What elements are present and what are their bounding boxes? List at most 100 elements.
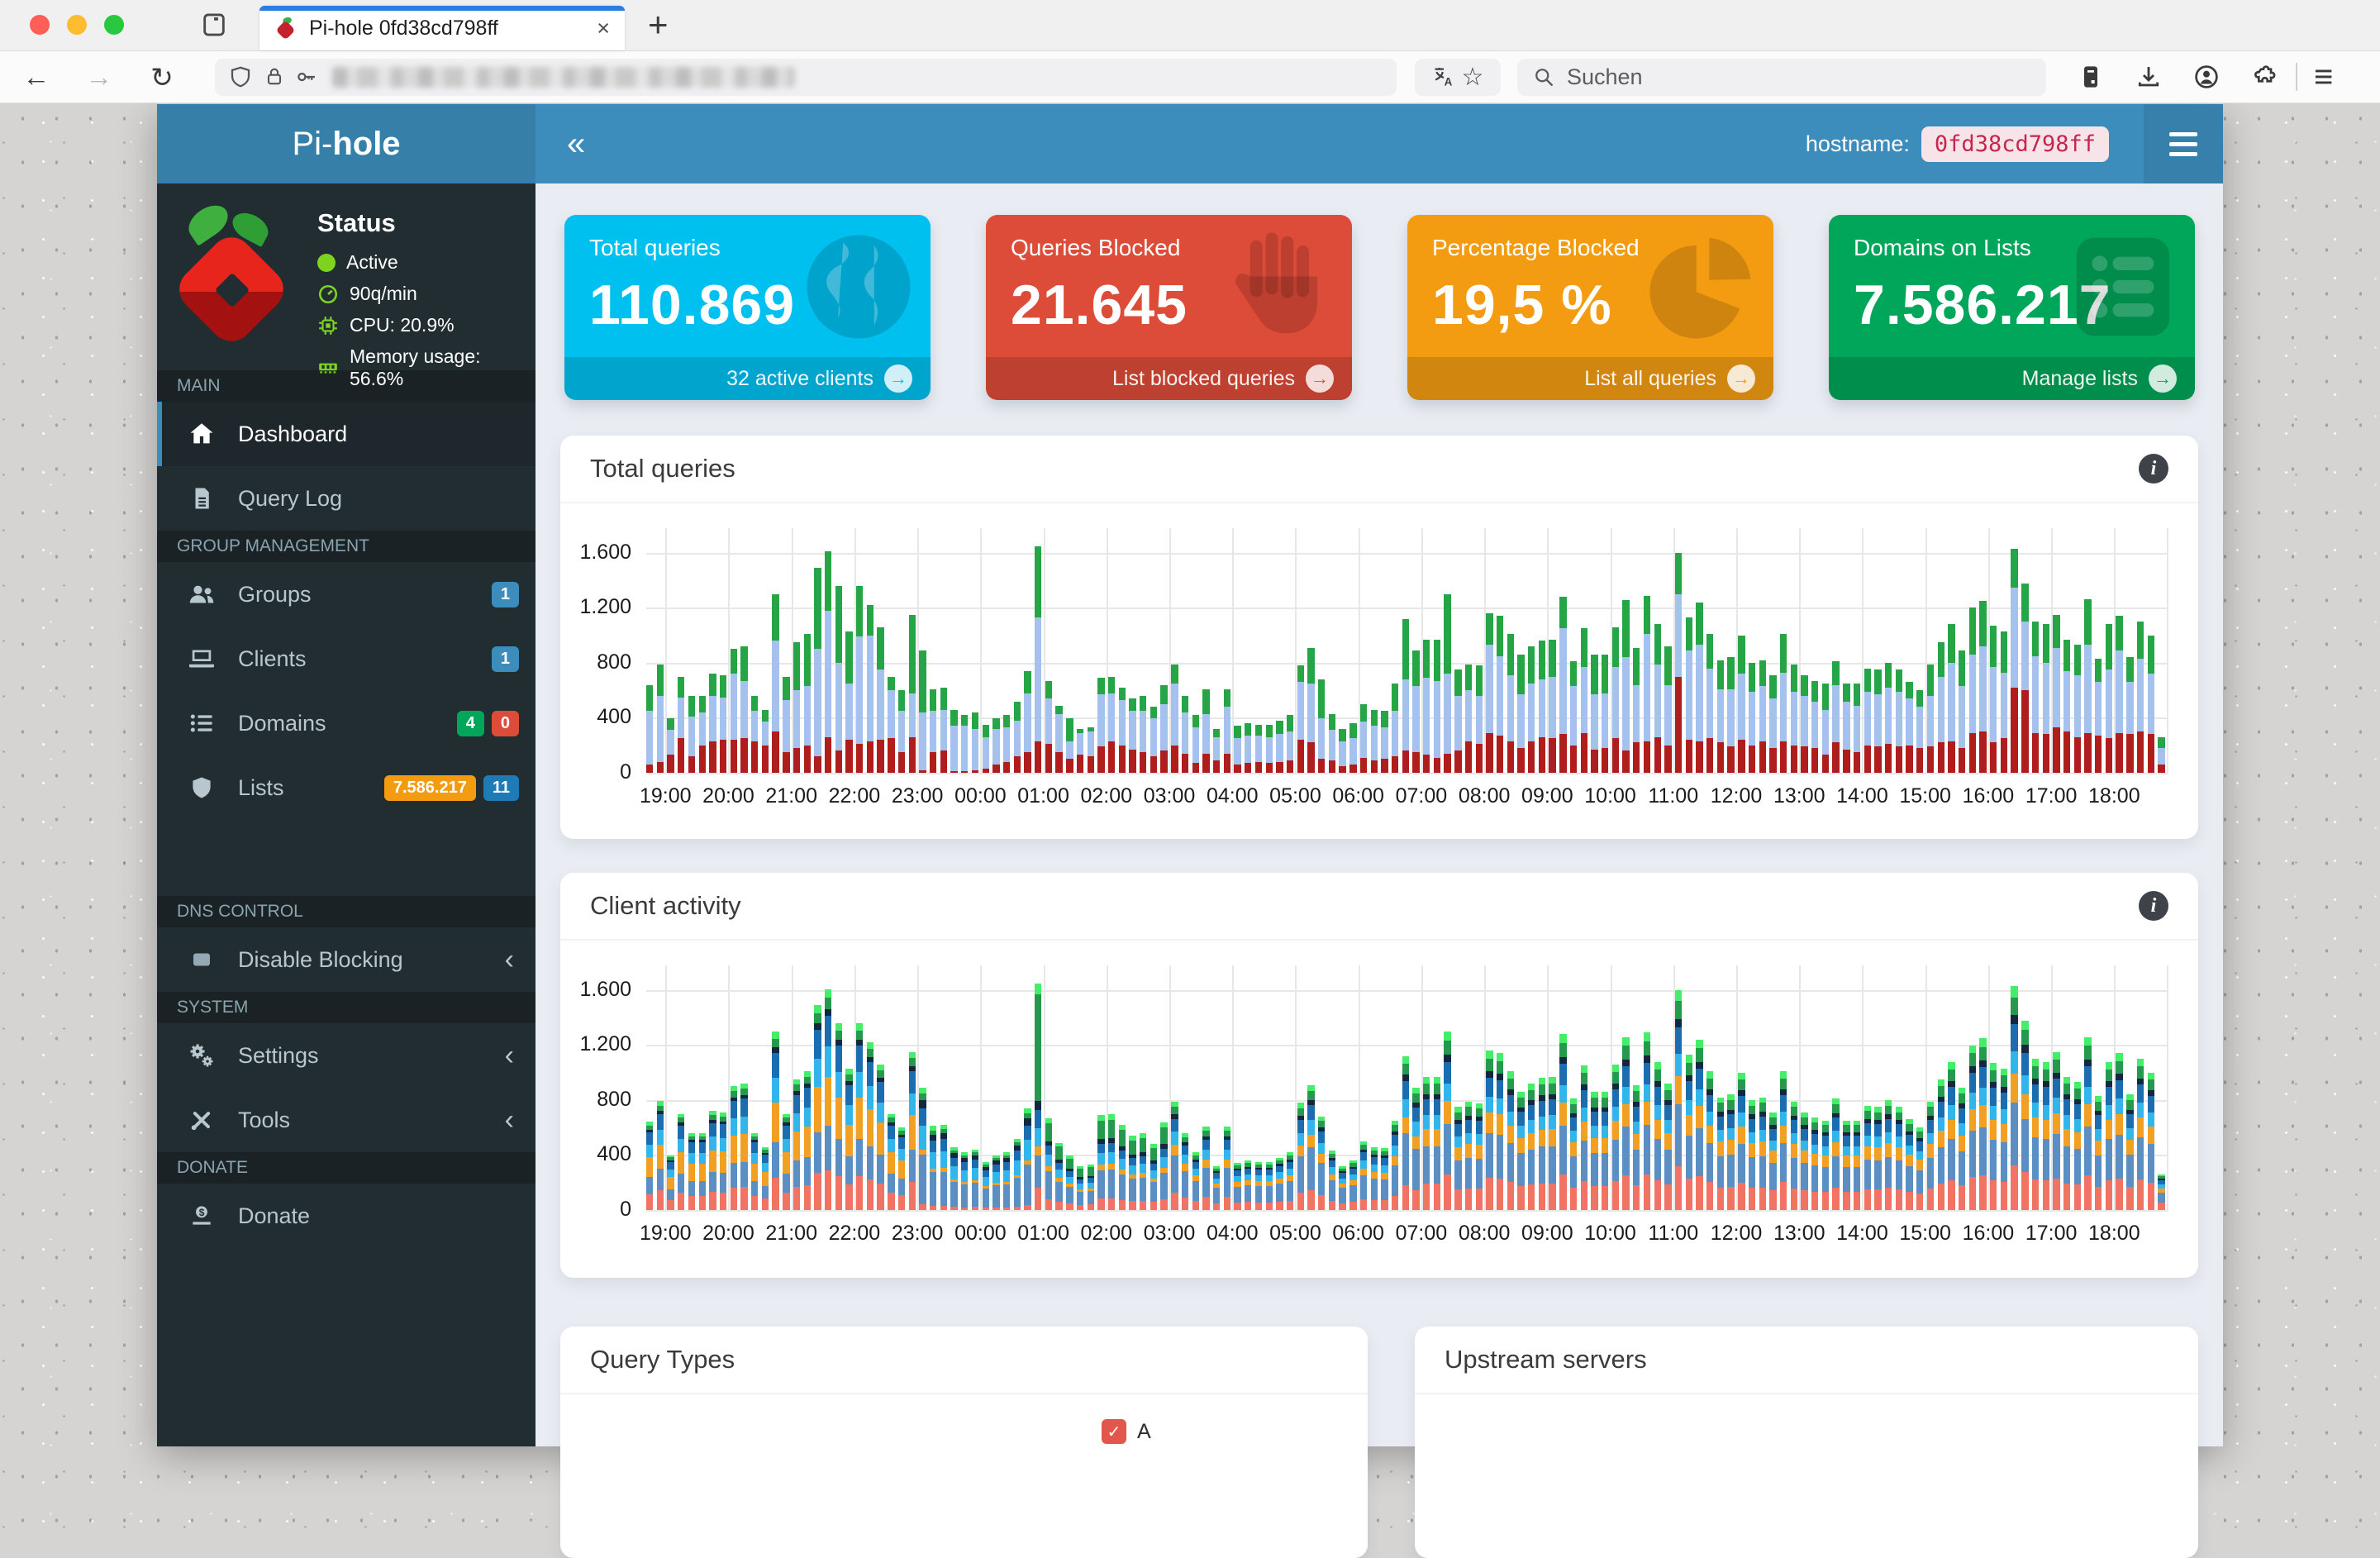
cbar[interactable] [1349,1160,1357,1210]
cbar[interactable] [1412,1087,1420,1210]
sidebar-item-lists[interactable]: Lists 7.586.217 11 [157,755,536,820]
sidebar-item-dashboard[interactable]: Dashboard [157,402,536,466]
query-type-legend-item[interactable]: ✓ A [1102,1419,1151,1444]
cbar[interactable] [856,1023,864,1210]
cbar[interactable] [1444,1031,1451,1210]
cbar[interactable] [1990,1062,1997,1210]
cbar[interactable] [2053,614,2060,773]
cbar[interactable] [1118,687,1126,773]
cbar[interactable] [1254,1161,1263,1210]
cbar[interactable] [783,676,790,773]
translate-icon[interactable]: A [1432,65,1455,88]
cbar[interactable] [2031,622,2040,773]
cbar[interactable] [1150,1144,1158,1210]
cbar[interactable] [688,1133,696,1210]
cbar[interactable] [646,684,654,773]
cbar[interactable] [1496,1053,1504,1210]
cbar[interactable] [866,605,874,773]
cbar[interactable] [1307,1084,1315,1210]
cbar[interactable] [2095,1096,2102,1210]
cbar[interactable] [1916,1127,1924,1210]
cbar[interactable] [2000,1068,2008,1210]
cbar[interactable] [772,1031,779,1210]
downloads-icon[interactable] [2135,64,2162,90]
cbar[interactable] [950,709,958,773]
cbar[interactable] [1706,1071,1714,1210]
key-icon[interactable] [294,64,319,89]
cbar[interactable] [678,676,685,773]
cbar[interactable] [1412,650,1420,773]
cbar[interactable] [1937,1079,1944,1210]
cbar[interactable] [971,712,979,773]
sidebar-item-disable-blocking[interactable]: Disable Blocking ‹ [157,927,536,992]
cbar[interactable] [1685,1055,1693,1210]
cbar[interactable] [1202,688,1210,773]
cbar[interactable] [1654,624,1661,773]
cbar[interactable] [1402,1055,1410,1210]
cbar[interactable] [1727,657,1735,773]
browser-tab[interactable]: Pi-hole 0fd38cd798ff × [259,6,625,50]
cbar[interactable] [1664,1083,1672,1210]
cbar[interactable] [1528,646,1535,773]
cbar[interactable] [1769,1113,1777,1210]
new-tab-button[interactable]: + [648,0,669,50]
cbar[interactable] [1591,1092,1598,1210]
cbar[interactable] [1979,1038,1987,1210]
cbar[interactable] [1507,1071,1515,1210]
cbar[interactable] [1654,1061,1661,1210]
cbar[interactable] [1107,676,1116,773]
cbar[interactable] [761,1146,769,1210]
cbar[interactable] [1926,664,1935,773]
cbar[interactable] [1055,705,1063,773]
card-footer-link[interactable]: Manage lists → [1829,357,2195,400]
cbar[interactable] [1002,1152,1011,1210]
cbar[interactable] [1192,715,1199,773]
cbar[interactable] [1633,1084,1640,1210]
cbar[interactable] [2136,1059,2144,1210]
cbar[interactable] [2042,1061,2049,1210]
sidebar-item-settings[interactable]: Settings ‹ [157,1023,536,1088]
cbar[interactable] [1444,593,1451,773]
cbar[interactable] [929,688,937,773]
cbar[interactable] [1212,1166,1221,1210]
cbar[interactable] [1990,626,1997,773]
cbar[interactable] [1265,724,1273,773]
cbar[interactable] [1916,690,1924,773]
cbar[interactable] [803,1071,811,1210]
cbar[interactable] [667,1155,674,1210]
cbar[interactable] [1140,1132,1147,1210]
cbar[interactable] [656,664,664,773]
cbar[interactable] [1339,1166,1346,1210]
cbar[interactable] [950,1146,958,1210]
cbar[interactable] [1507,634,1515,773]
cbar[interactable] [1769,674,1777,773]
minimize-window-button[interactable] [67,15,87,35]
cbar[interactable] [1549,639,1556,773]
sidebar-item-clients[interactable]: Clients 1 [157,627,536,691]
reload-button[interactable]: ↻ [147,61,177,93]
cbar[interactable] [1664,646,1672,773]
cbar[interactable] [1202,1126,1210,1210]
cbar[interactable] [1906,1119,1913,1210]
cbar[interactable] [1738,1072,1745,1210]
cbar[interactable] [1674,990,1683,1210]
cbar[interactable] [1433,639,1441,773]
cbar[interactable] [740,1083,748,1210]
cbar[interactable] [2116,616,2123,773]
cbar[interactable] [719,674,727,773]
sidebar-item-tools[interactable]: Tools ‹ [157,1088,536,1152]
cbar[interactable] [1055,1142,1063,1210]
cbar[interactable] [1318,679,1326,773]
cbar[interactable] [1885,663,1892,773]
cbar[interactable] [1045,1117,1053,1210]
cbar[interactable] [667,717,674,773]
cbar[interactable] [897,690,906,773]
cbar[interactable] [1864,668,1871,773]
cbar[interactable] [1181,1133,1189,1210]
cbar[interactable] [1738,635,1745,773]
cbar[interactable] [1433,1076,1441,1210]
cbar[interactable] [2147,1072,2154,1210]
cbar[interactable] [1853,1120,1861,1210]
cbar[interactable] [719,1113,727,1210]
cbar[interactable] [824,551,832,773]
